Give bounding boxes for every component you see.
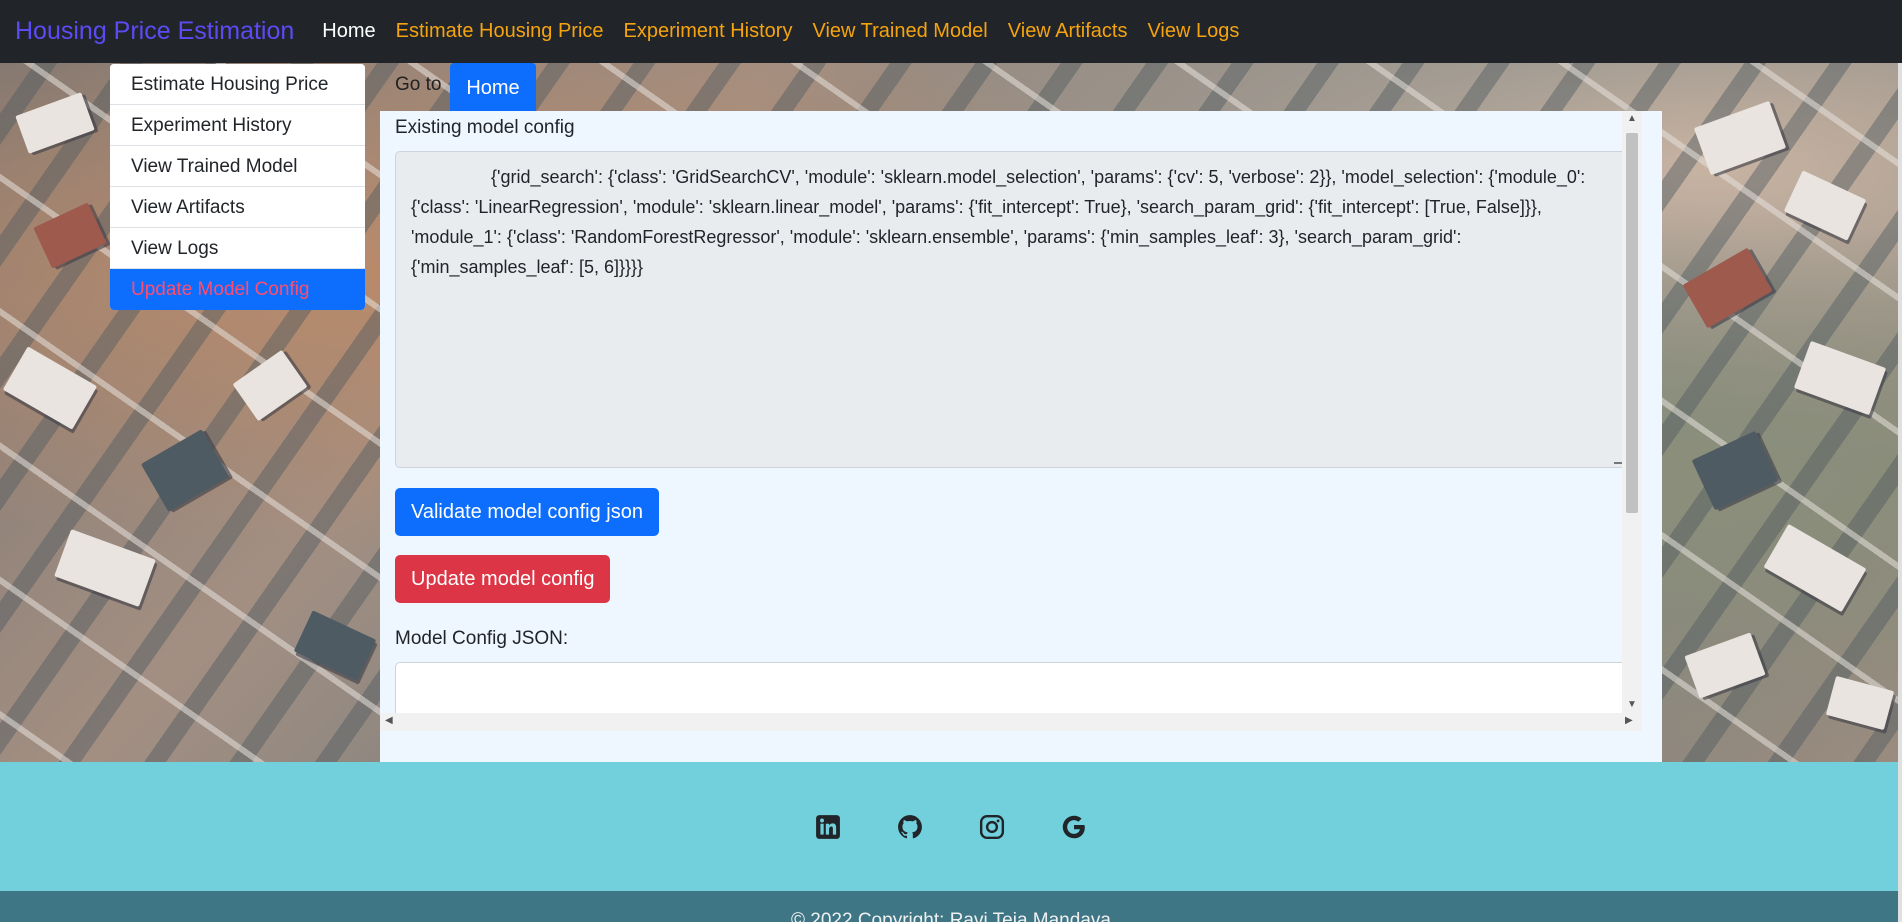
brand-title[interactable]: Housing Price Estimation <box>15 17 294 46</box>
scroll-right-icon[interactable]: ▶ <box>1625 715 1633 726</box>
nav-home[interactable]: Home <box>322 20 375 43</box>
github-icon[interactable] <box>897 814 923 840</box>
side-item-view-artifacts[interactable]: View Artifacts <box>110 187 365 228</box>
scroll-up-icon[interactable]: ▲ <box>1627 113 1637 124</box>
main-panel: Existing model config {'grid_search': {'… <box>380 111 1662 762</box>
goto-label: Go to <box>395 74 442 95</box>
side-item-estimate-housing-price[interactable]: Estimate Housing Price <box>110 64 365 105</box>
horizontal-scrollbar[interactable]: ◀ ▶ <box>380 713 1642 731</box>
linkedin-icon[interactable] <box>815 814 841 840</box>
scroll-down-icon[interactable]: ▼ <box>1627 699 1637 710</box>
nav-experiment-history[interactable]: Experiment History <box>624 20 793 43</box>
existing-config-textarea[interactable]: {'grid_search': {'class': 'GridSearchCV'… <box>395 151 1627 468</box>
config-frame: Existing model config {'grid_search': {'… <box>380 111 1642 731</box>
side-item-update-model-config[interactable]: Update Model Config <box>110 269 365 310</box>
scroll-left-icon[interactable]: ◀ <box>385 715 393 726</box>
goto-home-button[interactable]: Home <box>450 63 536 111</box>
config-json-label: Model Config JSON: <box>395 628 569 649</box>
nav-view-artifacts[interactable]: View Artifacts <box>1008 20 1128 43</box>
side-item-experiment-history[interactable]: Experiment History <box>110 105 365 146</box>
top-navbar: Housing Price Estimation Home Estimate H… <box>0 0 1902 63</box>
nav-view-trained-model[interactable]: View Trained Model <box>812 20 987 43</box>
update-config-button[interactable]: Update model config <box>395 555 611 603</box>
validate-config-button[interactable]: Validate model config json <box>395 488 659 536</box>
vertical-scrollbar[interactable]: ▲ ▼ <box>1622 111 1642 731</box>
side-dropdown-menu: Estimate Housing Price Experiment Histor… <box>110 64 365 310</box>
nav-estimate-housing-price[interactable]: Estimate Housing Price <box>396 20 604 43</box>
side-item-view-logs[interactable]: View Logs <box>110 228 365 269</box>
footer-copyright-bar: © 2022 Copyright: Ravi Teja Mandava <box>0 891 1902 922</box>
vertical-scroll-thumb[interactable] <box>1626 133 1638 513</box>
footer-social-bar <box>0 762 1902 891</box>
page-scrollbar[interactable] <box>1898 63 1902 922</box>
nav-view-logs[interactable]: View Logs <box>1147 20 1239 43</box>
copyright-text: © 2022 Copyright: Ravi Teja Mandava <box>791 910 1111 922</box>
instagram-icon[interactable] <box>979 814 1005 840</box>
google-icon[interactable] <box>1061 814 1087 840</box>
side-item-view-trained-model[interactable]: View Trained Model <box>110 146 365 187</box>
existing-config-label: Existing model config <box>395 117 575 138</box>
